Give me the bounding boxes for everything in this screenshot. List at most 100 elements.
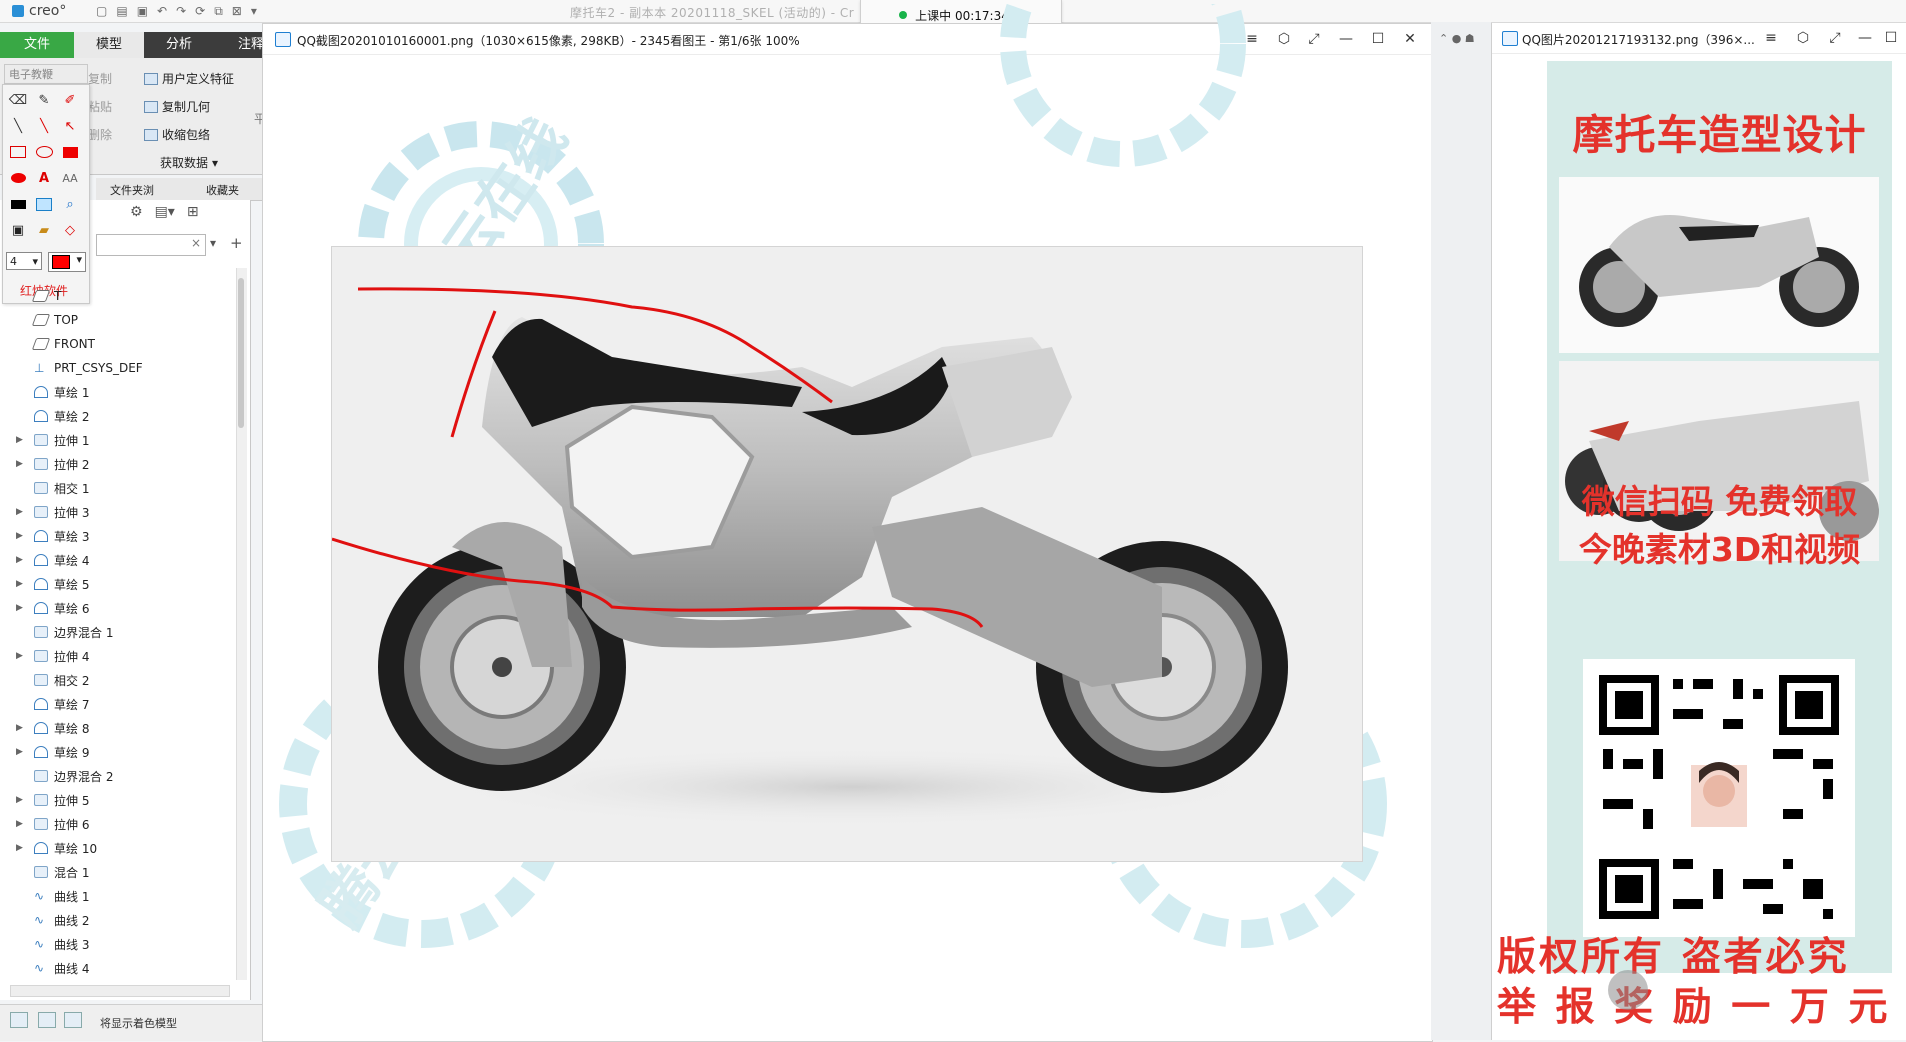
- tree-search-input[interactable]: ×: [96, 234, 206, 256]
- save-icon[interactable]: ▣: [137, 4, 148, 19]
- tree-item[interactable]: ▶ 拉伸 3: [0, 500, 236, 524]
- expand-arrow-icon[interactable]: ▶: [16, 723, 30, 733]
- expand-arrow-icon[interactable]: ▶: [16, 531, 30, 541]
- screenshot-icon[interactable]: [33, 193, 55, 215]
- arrow-icon[interactable]: ↖: [59, 115, 81, 137]
- minimize-icon[interactable]: —: [1854, 29, 1876, 47]
- layout-toggle-icon[interactable]: [10, 1012, 28, 1028]
- copy-geometry-button[interactable]: 复制几何: [144, 98, 210, 115]
- tab-file[interactable]: 文件: [0, 32, 74, 58]
- clear-drawing-icon[interactable]: ◇: [59, 219, 81, 241]
- expand-arrow-icon[interactable]: ▶: [16, 819, 30, 829]
- tab-analysis[interactable]: 分析: [144, 32, 214, 58]
- redo-icon[interactable]: ↷: [176, 4, 186, 19]
- pen-icon[interactable]: ✎: [33, 89, 55, 111]
- add-filter-icon[interactable]: +: [230, 234, 243, 252]
- windows-icon[interactable]: ⧉: [214, 4, 223, 19]
- expand-arrow-icon[interactable]: ▶: [16, 555, 30, 565]
- maximize-icon[interactable]: ☐: [1880, 29, 1902, 47]
- tree-item[interactable]: 草绘 7: [0, 692, 236, 716]
- floating-button[interactable]: [1608, 970, 1648, 1010]
- tree-item[interactable]: ▶ 拉伸 1: [0, 428, 236, 452]
- maximize-icon[interactable]: ☐: [1367, 30, 1389, 48]
- filled-ellipse-icon[interactable]: [7, 167, 29, 189]
- menu-icon[interactable]: ≡: [1241, 30, 1263, 48]
- tab-model[interactable]: 模型: [74, 32, 144, 58]
- tree-filter-icon[interactable]: ⊞: [187, 204, 199, 220]
- tree-settings-icon[interactable]: ⚙: [130, 204, 143, 220]
- skin-icon[interactable]: ⬡: [1792, 29, 1814, 47]
- expand-arrow-icon[interactable]: ▶: [16, 459, 30, 469]
- tree-item[interactable]: TOP: [0, 308, 236, 332]
- expand-arrow-icon[interactable]: ▶: [16, 795, 30, 805]
- expand-arrow-icon[interactable]: ▶: [16, 435, 30, 445]
- tree-item[interactable]: ▶ 拉伸 4: [0, 644, 236, 668]
- wechat-qr-code[interactable]: [1583, 659, 1855, 937]
- minimize-icon[interactable]: —: [1335, 30, 1357, 48]
- fullscreen-icon[interactable]: ⤢: [1303, 30, 1325, 48]
- pen-size-select[interactable]: 4 ▾: [6, 252, 42, 270]
- ellipse-icon[interactable]: [33, 141, 55, 163]
- fullscreen-icon[interactable]: ⤢: [1824, 29, 1846, 47]
- blackboard-icon[interactable]: [7, 193, 29, 215]
- tree-item[interactable]: ▶ 草绘 8: [0, 716, 236, 740]
- skin-icon[interactable]: ⬡: [1273, 30, 1295, 48]
- live-dropdown-icon[interactable]: ˅: [1017, 8, 1023, 22]
- shrinkwrap-button[interactable]: 收缩包络: [144, 126, 210, 143]
- line-icon[interactable]: ╲: [33, 115, 55, 137]
- show-dropdown-icon[interactable]: ▤▾: [155, 204, 175, 220]
- tree-item[interactable]: ▶ 草绘 5: [0, 572, 236, 596]
- tree-item[interactable]: ▶ 拉伸 6: [0, 812, 236, 836]
- tree-item[interactable]: ∿ 曲线 4: [0, 956, 236, 980]
- clear-search-icon[interactable]: ×: [191, 236, 201, 250]
- close-icon[interactable]: ✕: [1399, 30, 1421, 48]
- tab-folder-browser[interactable]: 文件夹浏: [110, 182, 154, 198]
- filled-rectangle-icon[interactable]: [59, 141, 81, 163]
- expand-arrow-icon[interactable]: ▶: [16, 747, 30, 757]
- expand-arrow-icon[interactable]: ▶: [16, 507, 30, 517]
- tree-item[interactable]: ▶ 拉伸 5: [0, 788, 236, 812]
- magnifier-icon[interactable]: ⌕: [59, 193, 81, 215]
- expand-arrow-icon[interactable]: ▶: [16, 843, 30, 853]
- expand-arrow-icon[interactable]: ▶: [16, 579, 30, 589]
- pen-color-select[interactable]: ▾: [48, 252, 86, 272]
- open-drawing-icon[interactable]: ▰: [33, 219, 55, 241]
- text-tool-icon[interactable]: A: [33, 167, 55, 189]
- tree-item[interactable]: 相交 2: [0, 668, 236, 692]
- tree-scroll-thumb[interactable]: [238, 278, 244, 428]
- expand-arrow-icon[interactable]: ▶: [16, 603, 30, 613]
- full-screen-icon[interactable]: [64, 1012, 82, 1028]
- browser-toggle-icon[interactable]: [38, 1012, 56, 1028]
- tree-item[interactable]: ⊥ PRT_CSYS_DEF: [0, 356, 236, 380]
- tree-item[interactable]: ∿ 曲线 2: [0, 908, 236, 932]
- menu-icon[interactable]: ≡: [1760, 29, 1782, 47]
- tab-annotate[interactable]: 注释: [214, 32, 268, 58]
- font-size-icon[interactable]: AA: [59, 167, 81, 189]
- search-dropdown-icon[interactable]: ▾: [210, 236, 216, 250]
- tree-item[interactable]: ▶ 草绘 6: [0, 596, 236, 620]
- expand-arrow-icon[interactable]: ▶: [16, 651, 30, 661]
- rectangle-icon[interactable]: [7, 141, 29, 163]
- eraser-icon[interactable]: ⌫: [7, 89, 29, 111]
- tree-item[interactable]: ▶ 草绘 4: [0, 548, 236, 572]
- tree-item[interactable]: ▶ 草绘 10: [0, 836, 236, 860]
- tree-item[interactable]: FRONT: [0, 332, 236, 356]
- tree-item[interactable]: 草绘 2: [0, 404, 236, 428]
- close-window-icon[interactable]: ⊠: [232, 4, 242, 19]
- undo-icon[interactable]: ↶: [157, 4, 167, 19]
- tree-item[interactable]: 边界混合 1: [0, 620, 236, 644]
- new-file-icon[interactable]: ▢: [96, 4, 107, 19]
- save-drawing-icon[interactable]: ▣: [7, 219, 29, 241]
- tree-item[interactable]: ▶ 草绘 9: [0, 740, 236, 764]
- tree-item[interactable]: 混合 1: [0, 860, 236, 884]
- tree-item[interactable]: ∿ 曲线 3: [0, 932, 236, 956]
- paste-button[interactable]: 粘贴: [88, 98, 112, 115]
- copy-button[interactable]: 复制: [88, 70, 112, 87]
- regenerate-icon[interactable]: ⟳: [195, 4, 205, 19]
- user-feature-button[interactable]: 用户定义特征: [144, 70, 234, 87]
- tree-item[interactable]: ▶ 草绘 3: [0, 524, 236, 548]
- delete-button[interactable]: 删除: [88, 126, 112, 143]
- tree-item[interactable]: 边界混合 2: [0, 764, 236, 788]
- tree-item[interactable]: T: [0, 284, 236, 308]
- tree-item[interactable]: 相交 1: [0, 476, 236, 500]
